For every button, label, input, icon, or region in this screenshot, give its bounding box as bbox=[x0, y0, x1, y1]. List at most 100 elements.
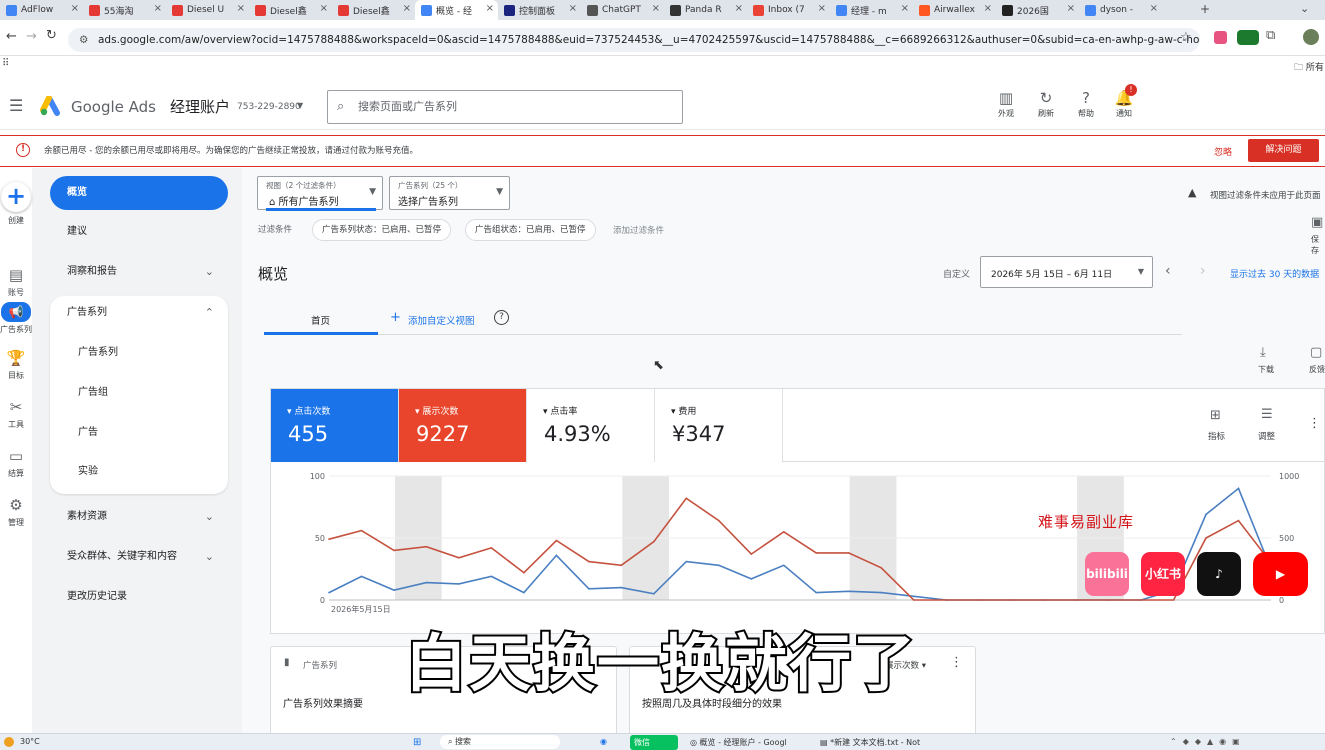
close-icon[interactable]: × bbox=[403, 3, 411, 14]
nav-sub-campaigns[interactable]: 广告系列 bbox=[50, 333, 228, 373]
close-icon[interactable]: × bbox=[1150, 3, 1158, 14]
browser-tab[interactable]: 控制面板 × bbox=[498, 0, 581, 20]
edge-icon[interactable]: ◉ bbox=[600, 737, 607, 746]
browser-tab[interactable]: ChatGPT × bbox=[581, 0, 664, 20]
windows-start-icon[interactable]: ⊞ bbox=[413, 737, 421, 748]
feedback-icon[interactable]: ▢ bbox=[1310, 345, 1322, 360]
nav-campaigns[interactable]: 广告系列 ⌃ bbox=[50, 296, 228, 330]
nav-assets[interactable]: 素材资源 ⌄ bbox=[50, 500, 228, 534]
campaign-dropdown[interactable]: 广告系列（25 个） 选择广告系列 ▼ bbox=[389, 176, 510, 210]
download-label[interactable]: 下载 bbox=[1258, 364, 1274, 375]
browser-tab[interactable]: Diesel鑫 × bbox=[249, 0, 332, 20]
wechat-app[interactable]: 微信 bbox=[630, 735, 678, 750]
rail-tools[interactable]: ✂ 工具 bbox=[0, 397, 32, 430]
nav-sub-adgroups[interactable]: 广告组 bbox=[50, 373, 228, 413]
url-bar[interactable]: ⚙ ads.google.com/aw/overview?ocid=147578… bbox=[68, 28, 1200, 52]
appearance-button[interactable]: ▥ 外观 bbox=[986, 88, 1026, 119]
notepad-app[interactable]: ▤ *新建 文本文档.txt - Not bbox=[820, 737, 920, 748]
nav-history[interactable]: 更改历史记录 bbox=[50, 580, 228, 614]
browser-tab[interactable]: Diesel U × bbox=[166, 0, 249, 20]
nav-recommendations[interactable]: 建议 bbox=[50, 215, 228, 249]
new-tab-icon[interactable]: + bbox=[1200, 2, 1210, 16]
more-vert-icon[interactable]: ⋮ bbox=[950, 655, 963, 670]
nav-overview[interactable]: 概览 bbox=[50, 176, 228, 210]
prev-period-icon[interactable]: ‹ bbox=[1165, 263, 1171, 279]
search-box[interactable]: ⌕ 搜索页面或广告系列 bbox=[327, 90, 683, 124]
search-input[interactable]: 搜索页面或广告系列 bbox=[358, 100, 457, 113]
bookmark-star-icon[interactable]: ☆ bbox=[1180, 30, 1192, 45]
account-dropdown-icon[interactable]: ▼ bbox=[297, 101, 303, 110]
close-icon[interactable]: × bbox=[984, 3, 992, 14]
add-filter-link[interactable]: 添加过滤条件 bbox=[613, 224, 664, 236]
extension-icon[interactable] bbox=[1214, 31, 1227, 44]
scorecard[interactable]: ▾ 展示次数 9227 bbox=[399, 389, 527, 462]
filter-chip-adgroup-status[interactable]: 广告组状态：已启用、已暂停 bbox=[465, 219, 596, 241]
reload-icon[interactable]: ↻ bbox=[46, 28, 57, 43]
browser-tab[interactable]: AdFlow × bbox=[0, 0, 83, 20]
rail-admin[interactable]: ⚙ 管理 bbox=[0, 495, 32, 528]
site-info-icon[interactable]: ⚙ bbox=[79, 28, 88, 52]
browser-tab[interactable]: 2026国 × bbox=[996, 0, 1079, 20]
window-menu-icon[interactable]: ⌄ bbox=[1300, 2, 1309, 15]
back-icon[interactable]: ← bbox=[6, 29, 17, 44]
rail-create[interactable]: + 创建 bbox=[0, 182, 32, 226]
taskbar-search[interactable]: ⌕ 搜索 bbox=[440, 735, 560, 749]
browser-tab[interactable]: Diesel鑫 × bbox=[332, 0, 415, 20]
nav-insights[interactable]: 洞察和报告 ⌄ bbox=[50, 255, 228, 289]
download-icon[interactable]: ⤓ bbox=[1260, 345, 1266, 360]
apps-grid-icon[interactable]: ⠿ bbox=[2, 58, 9, 69]
metrics-icon[interactable]: ⊞ bbox=[1210, 408, 1221, 423]
extension-wallet-icon[interactable] bbox=[1237, 30, 1259, 45]
system-tray-icons[interactable]: ⌃◆◆▲◉▣ bbox=[1170, 737, 1246, 746]
save-label[interactable]: 保存 bbox=[1311, 234, 1325, 256]
rail-account[interactable]: ▤ 账号 bbox=[0, 265, 32, 298]
browser-tab[interactable]: Inbox (7 × bbox=[747, 0, 830, 20]
browser-tab[interactable]: 概览 - 经 × bbox=[415, 0, 498, 20]
close-icon[interactable]: × bbox=[735, 3, 743, 14]
help-button[interactable]: ? 帮助 bbox=[1066, 88, 1106, 119]
rail-campaigns[interactable]: 📢 广告系列 bbox=[0, 302, 32, 335]
extensions-puzzle-icon[interactable]: ⧉ bbox=[1266, 28, 1275, 43]
next-period-icon[interactable]: › bbox=[1200, 263, 1206, 279]
fix-issue-button[interactable]: 解决问题 bbox=[1248, 139, 1319, 162]
browser-tab[interactable]: Airwallex × bbox=[913, 0, 996, 20]
close-icon[interactable]: × bbox=[237, 3, 245, 14]
profile-avatar[interactable] bbox=[1303, 29, 1319, 45]
weather-temp[interactable]: 30°C bbox=[20, 737, 40, 746]
save-icon[interactable]: ▣ bbox=[1311, 215, 1323, 230]
close-icon[interactable]: × bbox=[71, 3, 79, 14]
nav-audiences[interactable]: 受众群体、关键字和内容 ⌄ bbox=[50, 540, 228, 574]
rail-goals[interactable]: 🏆 目标 bbox=[0, 348, 32, 381]
close-icon[interactable]: × bbox=[901, 3, 909, 14]
adjust-icon[interactable]: ☰ bbox=[1261, 407, 1273, 422]
date-range-picker[interactable]: 2026年 5月 15日 – 6月 11日 ▼ bbox=[980, 256, 1153, 288]
tab-home[interactable]: 首页 bbox=[311, 313, 330, 327]
close-icon[interactable]: × bbox=[818, 3, 826, 14]
refresh-button[interactable]: ↻ 刷新 bbox=[1026, 88, 1066, 119]
dismiss-link[interactable]: 忽略 bbox=[1214, 145, 1232, 158]
notifications-button[interactable]: 🔔 通知 bbox=[1104, 88, 1144, 119]
view-dropdown[interactable]: 视图（2 个过滤条件） ⌂ 所有广告系列 ▼ bbox=[257, 176, 383, 211]
scorecard[interactable]: ▾ 点击率 4.93% bbox=[527, 389, 655, 462]
close-icon[interactable]: × bbox=[486, 3, 494, 14]
metrics-label[interactable]: 指标 bbox=[1208, 430, 1225, 442]
nav-sub-experiments[interactable]: 实验 bbox=[50, 452, 228, 492]
menu-icon[interactable]: ☰ bbox=[9, 96, 23, 115]
forward-icon[interactable]: → bbox=[26, 29, 37, 44]
chrome-app[interactable]: ◎ 概览 - 经理账户 - Googl bbox=[690, 737, 787, 748]
adjust-label[interactable]: 调整 bbox=[1258, 430, 1275, 442]
help-icon[interactable]: ? bbox=[494, 310, 509, 325]
nav-sub-ads[interactable]: 广告 bbox=[50, 413, 228, 453]
account-id[interactable]: 753-229-2890 bbox=[237, 102, 301, 112]
scorecard[interactable]: ▾ 点击次数 455 bbox=[271, 389, 399, 462]
browser-tab[interactable]: 经理 - m × bbox=[830, 0, 913, 20]
feedback-label[interactable]: 反馈 bbox=[1309, 364, 1325, 375]
rail-billing[interactable]: ▭ 结算 bbox=[0, 446, 32, 479]
add-custom-view[interactable]: 添加自定义视图 bbox=[408, 313, 475, 327]
browser-tab[interactable]: Panda R × bbox=[664, 0, 747, 20]
browser-tab[interactable]: 55海淘 × bbox=[83, 0, 166, 20]
filter-chip-campaign-status[interactable]: 广告系列状态：已启用、已暂停 bbox=[312, 219, 452, 241]
all-bookmarks[interactable]: 🗀 所有 bbox=[1294, 60, 1324, 76]
close-icon[interactable]: × bbox=[154, 3, 162, 14]
more-vert-icon[interactable]: ⋮ bbox=[1308, 416, 1321, 431]
